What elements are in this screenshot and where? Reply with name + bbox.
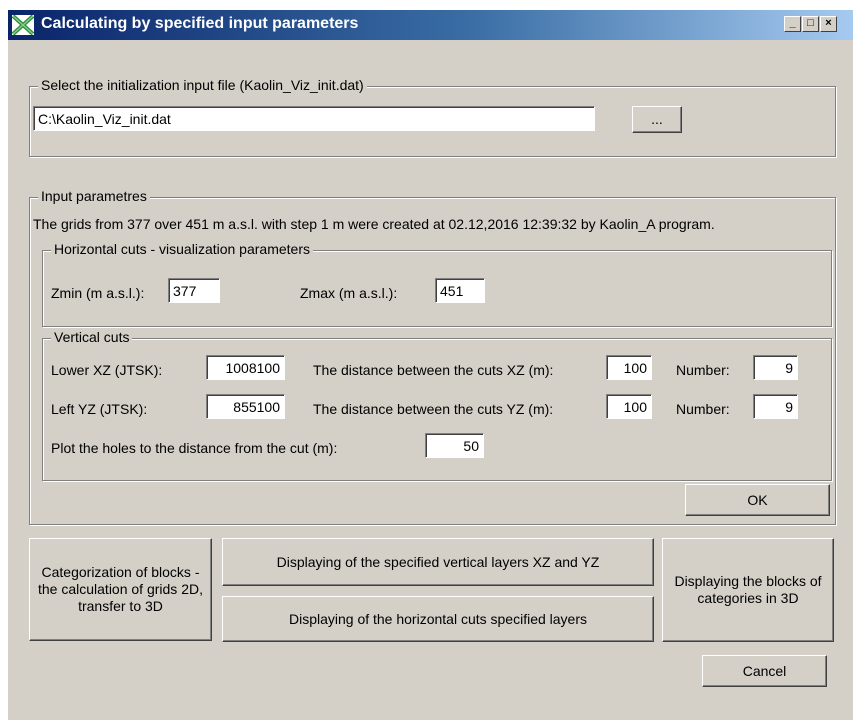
plot-holes-label: Plot the holes to the distance from the … [51,440,338,456]
minimize-button[interactable]: _ [784,16,801,32]
zmax-label: Zmax (m a.s.l.): [300,285,398,301]
distance-xz-input[interactable] [606,355,652,380]
browse-button[interactable]: ... [632,106,682,133]
maximize-button[interactable]: □ [802,16,819,32]
zmax-input[interactable] [435,278,485,303]
categorization-button[interactable]: Categorization of blocks - the calculati… [29,538,212,641]
plot-holes-distance-input[interactable] [425,433,484,458]
distance-xz-label: The distance between the cuts XZ (m): [313,362,554,378]
left-yz-input[interactable] [206,394,285,419]
vertical-cuts-legend: Vertical cuts [51,329,133,345]
zmin-input[interactable] [168,278,220,303]
distance-yz-label: The distance between the cuts YZ (m): [313,401,554,417]
zmin-label: Zmin (m a.s.l.): [51,285,145,301]
window-title: Calculating by specified input parameter… [41,15,359,32]
lower-xz-label: Lower XZ (JTSK): [51,362,163,378]
number-yz-input[interactable] [753,394,798,419]
close-button[interactable]: × [820,16,837,32]
left-yz-label: Left YZ (JTSK): [51,401,148,417]
number-xz-input[interactable] [753,355,798,380]
vertical-layers-button[interactable]: Displaying of the specified vertical lay… [222,538,654,586]
number-yz-label: Number: [676,401,730,417]
file-path-input[interactable] [33,106,595,131]
grids-info-text: The grids from 377 over 451 m a.s.l. wit… [33,216,715,232]
cancel-button[interactable]: Cancel [702,655,827,687]
distance-yz-input[interactable] [606,394,652,419]
lower-xz-input[interactable] [206,355,285,380]
blocks-3d-button[interactable]: Displaying the blocks of categories in 3… [662,538,834,642]
horizontal-cuts-legend: Horizontal cuts - visualization paramete… [51,241,313,257]
dialog-window: Calculating by specified input parameter… [7,10,853,720]
horizontal-layers-button[interactable]: Displaying of the horizontal cuts specif… [222,596,654,642]
ok-button[interactable]: OK [685,484,830,516]
input-parameters-legend: Input parametres [38,188,150,204]
file-select-legend: Select the initialization input file (Ka… [38,77,367,93]
title-bar[interactable]: Calculating by specified input parameter… [8,10,853,40]
number-xz-label: Number: [676,362,730,378]
kaolin-app-icon [11,14,35,36]
